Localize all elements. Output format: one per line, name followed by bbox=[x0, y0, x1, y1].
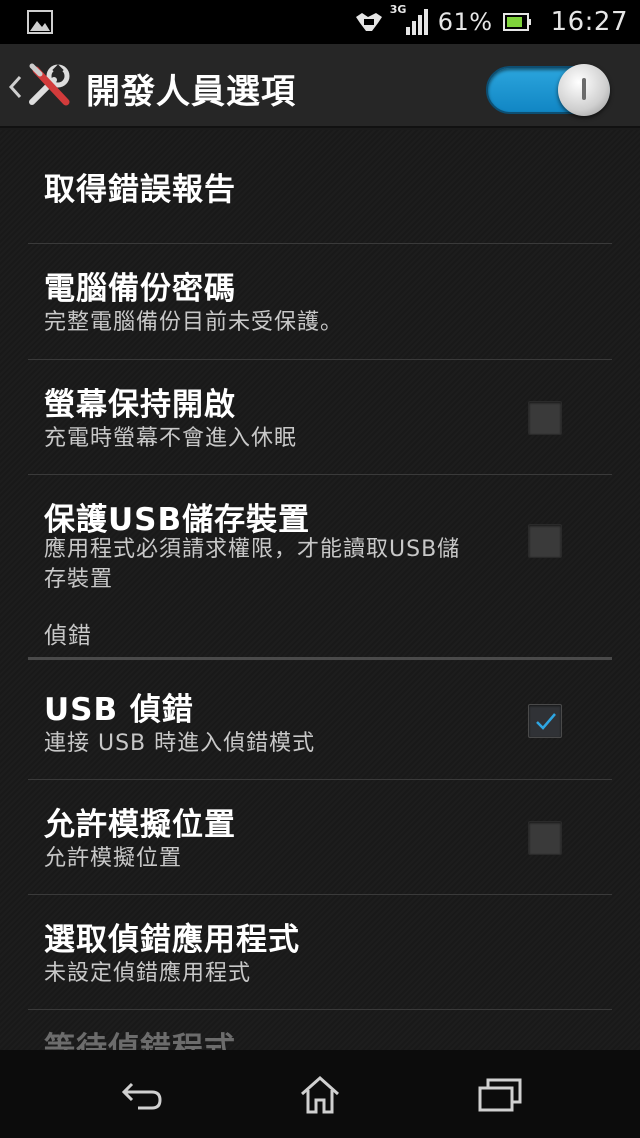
item-summary-line2: 存裝置 bbox=[44, 567, 114, 592]
item-title: 允許模擬位置 bbox=[44, 807, 236, 843]
status-bar: 3G 61% 16:27 bbox=[0, 0, 640, 44]
back-icon[interactable] bbox=[118, 1072, 166, 1116]
list-item-wait-debugger[interactable]: 等待偵錯程式 bbox=[28, 1011, 612, 1050]
developer-tools-icon[interactable] bbox=[26, 62, 74, 110]
toggle-knob[interactable] bbox=[558, 64, 610, 116]
item-title: 取得錯誤報告 bbox=[44, 172, 236, 208]
clock: 16:27 bbox=[550, 7, 628, 37]
category-header: 偵錯 bbox=[28, 610, 612, 660]
item-title: 選取偵錯應用程式 bbox=[44, 922, 300, 958]
item-summary: 應用程式必須請求權限，才能讀取USB儲 bbox=[44, 537, 461, 562]
navigation-bar bbox=[0, 1050, 640, 1138]
action-bar: 開發人員選項 bbox=[0, 44, 640, 128]
list-item-mock-location[interactable]: 允許模擬位置 允許模擬位置 bbox=[28, 781, 612, 895]
list-item-debug-app[interactable]: 選取偵錯應用程式 未設定偵錯應用程式 bbox=[28, 896, 612, 1010]
list-item-backup-password[interactable]: 電腦備份密碼 完整電腦備份目前未受保護。 bbox=[28, 245, 612, 360]
category-label: 偵錯 bbox=[44, 623, 92, 649]
battery-icon bbox=[502, 13, 531, 31]
list-item-usb-debugging[interactable]: USB 偵錯 連接 USB 時進入偵錯模式 bbox=[28, 664, 612, 780]
signal-icon: 3G bbox=[390, 3, 428, 37]
battery-percent: 61% bbox=[437, 8, 493, 36]
stay-awake-checkbox[interactable] bbox=[528, 401, 562, 435]
list-item-protect-usb[interactable]: 保護USB儲存裝置 應用程式必須請求權限，才能讀取USB儲 存裝置 bbox=[28, 476, 612, 606]
handshake-icon bbox=[355, 13, 382, 31]
recent-apps-icon[interactable] bbox=[476, 1072, 524, 1116]
item-summary: 未設定偵錯應用程式 bbox=[44, 961, 252, 986]
list-item-bug-report[interactable]: 取得錯誤報告 bbox=[28, 130, 612, 244]
item-title: 保護USB儲存裝置 bbox=[44, 502, 311, 538]
item-title: 螢幕保持開啟 bbox=[44, 387, 236, 423]
item-summary: 充電時螢幕不會進入休眠 bbox=[44, 426, 298, 451]
item-title: 電腦備份密碼 bbox=[44, 271, 236, 307]
protect-usb-checkbox[interactable] bbox=[528, 524, 562, 558]
item-summary: 允許模擬位置 bbox=[44, 846, 183, 871]
settings-list[interactable]: 取得錯誤報告 電腦備份密碼 完整電腦備份目前未受保護。 螢幕保持開啟 充電時螢幕… bbox=[0, 130, 640, 1050]
up-chevron-icon[interactable] bbox=[8, 74, 22, 100]
item-summary: 連接 USB 時進入偵錯模式 bbox=[44, 731, 316, 756]
item-title: USB 偵錯 bbox=[44, 692, 194, 728]
mock-location-checkbox[interactable] bbox=[528, 821, 562, 855]
item-summary: 完整電腦備份目前未受保護。 bbox=[44, 310, 344, 335]
developer-options-toggle[interactable] bbox=[486, 64, 610, 116]
page-title: 開發人員選項 bbox=[86, 72, 296, 112]
checkmark-icon bbox=[536, 713, 556, 730]
item-title: 等待偵錯程式 bbox=[44, 1031, 236, 1050]
list-item-stay-awake[interactable]: 螢幕保持開啟 充電時螢幕不會進入休眠 bbox=[28, 361, 612, 475]
home-icon[interactable] bbox=[296, 1072, 344, 1116]
picture-icon bbox=[27, 10, 53, 34]
usb-debugging-checkbox[interactable] bbox=[528, 704, 562, 738]
